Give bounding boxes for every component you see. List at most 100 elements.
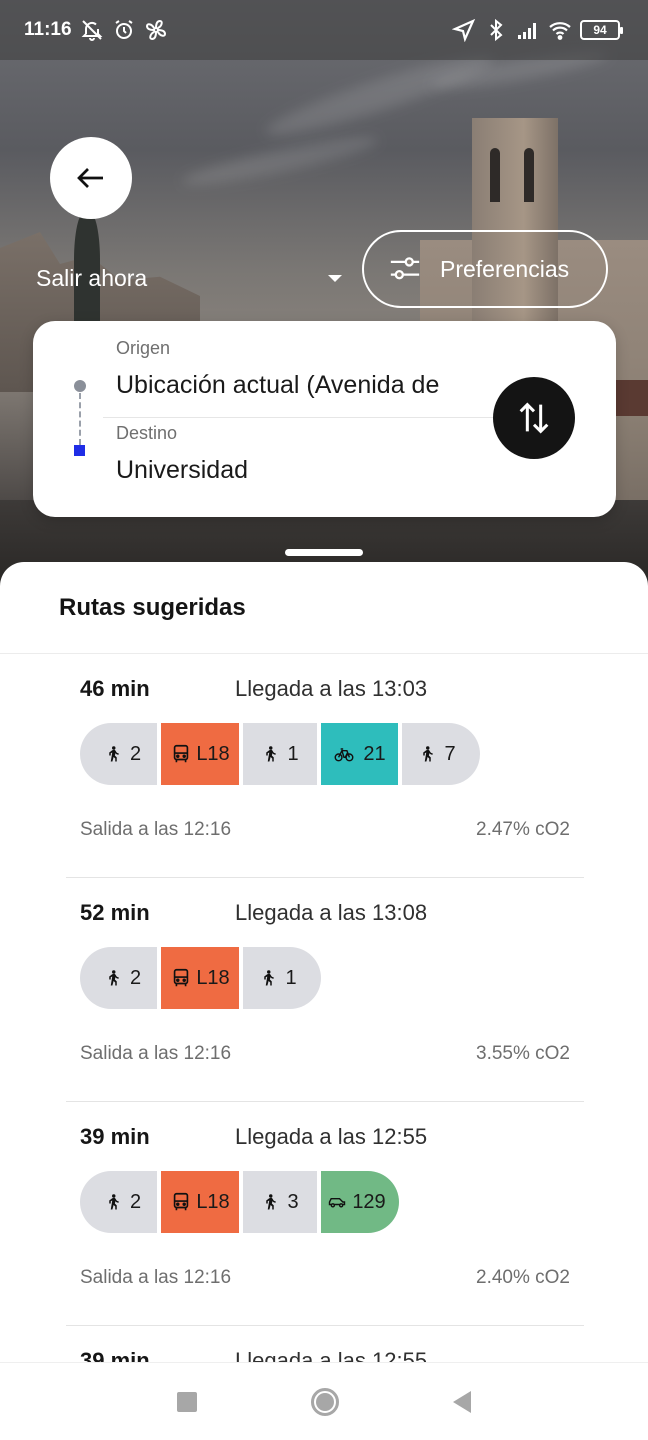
header-divider — [0, 653, 648, 654]
route-co2: 3.55% cO2 — [476, 1043, 570, 1064]
leg-value: 2 — [129, 1190, 142, 1213]
mute-icon — [81, 20, 102, 41]
route-divider — [66, 1101, 584, 1102]
leg-value: 129 — [352, 1190, 386, 1213]
origin-marker — [74, 380, 86, 392]
route-option-4[interactable]: 39 min Llegada a las 12:55 — [66, 1336, 584, 1362]
back-button[interactable] — [50, 137, 132, 219]
cloud — [179, 129, 381, 193]
tower-window — [524, 148, 534, 202]
preferences-label: Preferencias — [440, 255, 570, 282]
chevron-down-icon — [328, 274, 342, 282]
leg-car: 129 — [321, 1171, 399, 1233]
system-navigation-bar — [0, 1362, 648, 1440]
leg-value: 1 — [285, 966, 297, 989]
route-co2: 2.47% cO2 — [476, 819, 570, 840]
bluetooth-icon — [490, 18, 503, 42]
leg-value: 7 — [444, 742, 456, 765]
route-option-3[interactable]: 39 min Llegada a las 12:55 2 L18 3 129 S… — [66, 1112, 584, 1326]
bus-icon — [174, 744, 189, 763]
route-arrival: Llegada a las 12:55 — [235, 1124, 428, 1149]
preferences-button[interactable]: Preferencias — [362, 230, 608, 308]
departure-time-label: Salir ahora — [36, 264, 148, 291]
leg-bus: L18 — [161, 947, 239, 1009]
home-button[interactable] — [311, 1387, 339, 1416]
route-departure: Salida a las 12:16 — [80, 1043, 232, 1064]
sliders-icon — [390, 257, 420, 280]
results-title: Rutas sugeridas — [59, 594, 246, 621]
route-duration: 52 min — [80, 900, 150, 925]
route-option-1[interactable]: 46 min Llegada a las 13:03 2 L18 1 21 7 — [66, 664, 584, 878]
recents-button[interactable] — [177, 1391, 197, 1412]
walk-icon — [423, 746, 434, 762]
route-legs: 2 L18 3 129 — [80, 1171, 399, 1233]
back-nav-button[interactable] — [453, 1390, 471, 1413]
leg-bike: 21 — [321, 723, 398, 785]
tower-window — [490, 148, 500, 202]
route-arrival: Llegada a las 13:08 — [235, 900, 428, 925]
route-duration: 39 min — [80, 1124, 150, 1149]
car-icon — [329, 1197, 346, 1208]
signal-icon — [518, 23, 536, 39]
leg-value: L18 — [196, 742, 230, 765]
bike-icon — [334, 748, 354, 762]
leg-value: 3 — [287, 1190, 299, 1213]
walk-icon — [266, 746, 277, 762]
results-sheet: Rutas sugeridas 46 min Llegada a las 13:… — [0, 562, 648, 1362]
leg-value: L18 — [196, 966, 230, 989]
leg-value: 2 — [129, 742, 142, 765]
status-left: 11:16 — [24, 18, 168, 42]
walk-icon — [109, 970, 119, 986]
status-right: 94 — [452, 18, 623, 42]
walk-icon — [109, 1194, 119, 1210]
departure-time-selector[interactable]: Salir ahora — [36, 258, 342, 298]
leg-value: 1 — [287, 742, 299, 765]
route-arrival: Llegada a las 12:55 — [235, 1348, 428, 1362]
leg-walk: 2 — [80, 947, 157, 1009]
leg-value: L18 — [196, 1190, 230, 1213]
route-co2: 2.40% cO2 — [476, 1267, 570, 1288]
route-divider — [66, 1325, 584, 1326]
bus-icon — [174, 1192, 189, 1211]
route-divider — [66, 877, 584, 878]
leg-bus: L18 — [161, 723, 239, 785]
leg-walk: 1 — [243, 947, 321, 1009]
swap-button[interactable] — [493, 377, 575, 459]
leg-value: 2 — [129, 966, 142, 989]
clock: 11:16 — [24, 19, 72, 40]
fan-icon — [145, 19, 166, 41]
origin-label: Origen — [116, 338, 171, 358]
route-departure: Salida a las 12:16 — [80, 819, 232, 840]
battery-icon: 94 — [580, 20, 623, 40]
leg-bus: L18 — [161, 1171, 239, 1233]
route-option-2[interactable]: 52 min Llegada a las 13:08 2 L18 1 Salid… — [66, 888, 584, 1102]
route-arrival: Llegada a las 13:03 — [235, 676, 428, 701]
route-duration: 46 min — [80, 676, 150, 701]
leg-walk: 2 — [80, 1171, 157, 1233]
bus-icon — [174, 968, 189, 987]
route-connector-line — [79, 393, 81, 445]
origin-field[interactable]: Ubicación actual (Avenida de — [116, 371, 480, 400]
leg-walk: 2 — [80, 723, 157, 785]
destination-field[interactable]: Universidad — [116, 456, 480, 485]
leg-value: 21 — [363, 742, 386, 765]
swap-vertical-icon — [519, 402, 549, 434]
status-bar: 11:16 94 — [0, 0, 648, 60]
route-form-card: Origen Ubicación actual (Avenida de Dest… — [33, 321, 616, 517]
route-legs: 2 L18 1 — [80, 947, 321, 1009]
location-icon — [452, 18, 476, 42]
walk-icon — [109, 746, 119, 762]
leg-walk: 7 — [402, 723, 480, 785]
arrow-left-icon — [77, 168, 103, 188]
route-duration: 39 min — [80, 1348, 150, 1362]
drag-handle[interactable] — [285, 549, 363, 556]
alarm-icon — [114, 20, 133, 39]
field-divider — [103, 417, 523, 418]
wifi-icon — [549, 22, 571, 40]
leg-walk: 3 — [243, 1171, 317, 1233]
leg-walk: 1 — [243, 723, 317, 785]
destination-label: Destino — [116, 423, 178, 443]
route-legs: 2 L18 1 21 7 — [80, 723, 480, 785]
destination-marker — [74, 445, 85, 456]
walk-icon — [266, 1194, 277, 1210]
